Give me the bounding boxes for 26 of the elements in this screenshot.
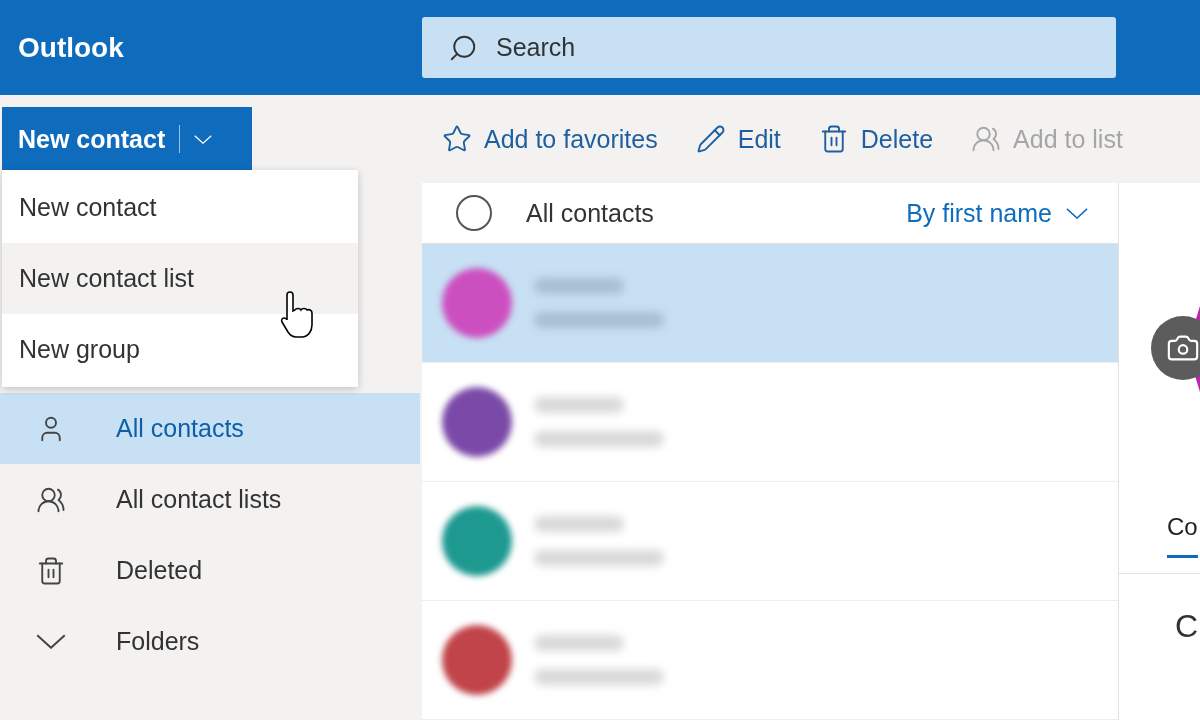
menu-item[interactable]: New group	[2, 314, 358, 385]
new-contact-button[interactable]: New contact	[2, 107, 252, 171]
sidebar-item[interactable]: All contacts	[0, 393, 420, 464]
star-icon	[442, 124, 472, 154]
contact-row[interactable]	[422, 244, 1118, 363]
list-title: All contacts	[526, 198, 655, 228]
toolbar-button[interactable]: Delete	[818, 124, 934, 154]
sort-dropdown[interactable]: By first name	[906, 198, 1088, 228]
menu-item[interactable]: New contact	[2, 172, 358, 243]
sidebar-item[interactable]: Folders	[0, 606, 420, 677]
sidebar-item[interactable]: Deleted	[0, 535, 420, 606]
people-icon	[971, 124, 1002, 154]
chevron-icon	[1066, 207, 1088, 219]
menu-item[interactable]: New contact list	[2, 243, 358, 314]
toolbar-button[interactable]: Edit	[695, 124, 781, 154]
app-title: Outlook	[17, 31, 125, 64]
select-all-radio[interactable]	[456, 195, 492, 231]
details-tab[interactable]: Co	[1167, 513, 1198, 558]
chevron-icon	[36, 634, 66, 649]
pencil-icon	[695, 124, 726, 154]
search-field[interactable]: Search	[422, 17, 1116, 78]
trash-icon	[36, 555, 66, 586]
sidebar-item[interactable]: All contact lists	[0, 464, 420, 535]
section-heading: C	[1175, 608, 1199, 645]
camera-button[interactable]	[1151, 316, 1200, 380]
toolbar-button[interactable]: Add to favorites	[442, 124, 658, 154]
